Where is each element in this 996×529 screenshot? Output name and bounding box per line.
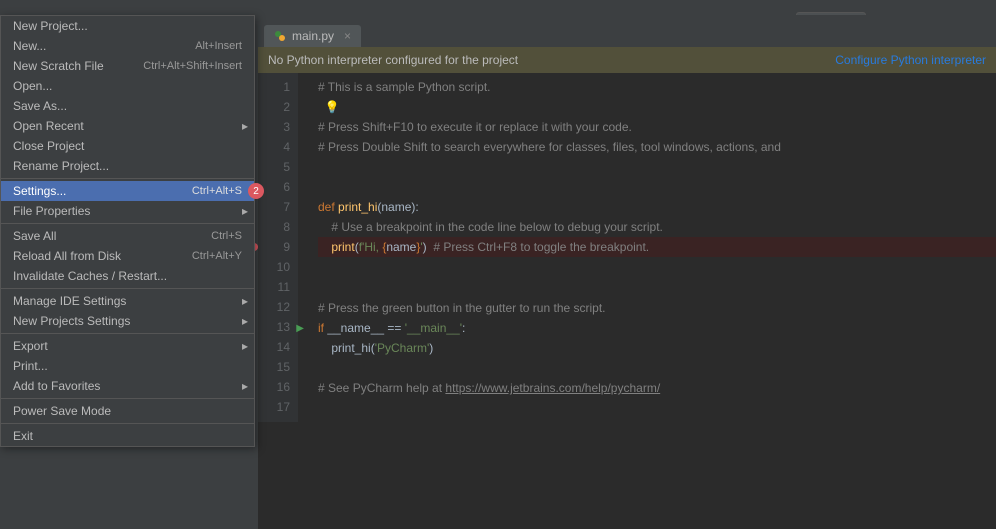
menu-item-label: New Project... <box>13 19 88 33</box>
line-number[interactable]: 7 <box>258 197 290 217</box>
menu-item-label: Add to Favorites <box>13 379 100 393</box>
menu-item-label: Invalidate Caches / Restart... <box>13 269 167 283</box>
menu-item-label: Save All <box>13 229 56 243</box>
menu-separator <box>1 333 254 334</box>
warning-text: No Python interpreter configured for the… <box>268 53 518 67</box>
line-number[interactable]: 9 <box>258 237 290 257</box>
line-number[interactable]: 12 <box>258 297 290 317</box>
menu-item-settings[interactable]: Settings... Ctrl+Alt+S <box>1 181 254 201</box>
menu-item-open-recent[interactable]: Open Recent <box>1 116 254 136</box>
menu-shortcut: Ctrl+Alt+Shift+Insert <box>143 60 242 72</box>
code-line[interactable] <box>318 258 996 278</box>
menu-shortcut: Alt+Insert <box>195 40 242 52</box>
editor-tab-main[interactable]: main.py × <box>264 25 361 47</box>
code-line[interactable] <box>318 278 996 298</box>
code-line[interactable]: def print_hi(name): <box>318 197 996 217</box>
code-line[interactable]: # Press the green button in the gutter t… <box>318 298 996 318</box>
tab-filename: main.py <box>292 29 334 43</box>
line-number[interactable]: 2 <box>258 97 290 117</box>
code-line[interactable]: print_hi('PyCharm') <box>318 338 996 358</box>
menu-shortcut: Ctrl+Alt+Y <box>192 250 242 262</box>
menu-item-label: Exit <box>13 429 33 443</box>
code-line[interactable]: # This is a sample Python script. <box>318 77 996 97</box>
code-line[interactable] <box>318 398 996 418</box>
menu-item-open[interactable]: Open... <box>1 76 254 96</box>
line-number[interactable]: 16 <box>258 377 290 397</box>
menu-item-reload-all-from-disk[interactable]: Reload All from Disk Ctrl+Alt+Y <box>1 246 254 266</box>
editor-area: main.py × No Python interpreter configur… <box>258 15 996 529</box>
code-line[interactable]: # Press Double Shift to search everywher… <box>318 137 996 157</box>
gutter[interactable]: 1234567891011121314151617 <box>258 73 298 422</box>
menu-item-label: Close Project <box>13 139 84 153</box>
code-line[interactable]: # See PyCharm help at https://www.jetbra… <box>318 378 996 398</box>
code-line[interactable] <box>318 157 996 177</box>
line-number[interactable]: 4 <box>258 137 290 157</box>
menu-separator <box>1 423 254 424</box>
line-number[interactable]: 5 <box>258 157 290 177</box>
code-line[interactable] <box>318 177 996 197</box>
menu-item-invalidate-caches-restart[interactable]: Invalidate Caches / Restart... <box>1 266 254 286</box>
menu-item-label: New Projects Settings <box>13 314 130 328</box>
menu-item-label: Open... <box>13 79 52 93</box>
menu-item-new-scratch-file[interactable]: New Scratch File Ctrl+Alt+Shift+Insert <box>1 56 254 76</box>
menu-item-new[interactable]: New... Alt+Insert <box>1 36 254 56</box>
menu-item-label: Print... <box>13 359 48 373</box>
code-editor[interactable]: 1234567891011121314151617 # This is a sa… <box>258 73 996 422</box>
menu-item-rename-project[interactable]: Rename Project... <box>1 156 254 176</box>
menu-separator <box>1 288 254 289</box>
menu-item-label: Open Recent <box>13 119 84 133</box>
menu-shortcut: Ctrl+Alt+S <box>192 185 242 197</box>
editor-tabs: main.py × <box>258 15 996 47</box>
menu-item-label: Rename Project... <box>13 159 109 173</box>
line-number[interactable]: 3 <box>258 117 290 137</box>
line-number[interactable]: 13 <box>258 317 290 337</box>
menu-separator <box>1 398 254 399</box>
line-number[interactable]: 1 <box>258 77 290 97</box>
menu-item-exit[interactable]: Exit <box>1 426 254 446</box>
line-number[interactable]: 10 <box>258 257 290 277</box>
menu-item-label: Save As... <box>13 99 67 113</box>
code-line[interactable]: # Use a breakpoint in the code line belo… <box>318 217 996 237</box>
menu-item-add-to-favorites[interactable]: Add to Favorites <box>1 376 254 396</box>
line-number[interactable]: 15 <box>258 357 290 377</box>
menu-item-new-projects-settings[interactable]: New Projects Settings <box>1 311 254 331</box>
menu-item-close-project[interactable]: Close Project <box>1 136 254 156</box>
line-number[interactable]: 8 <box>258 217 290 237</box>
menu-item-save-as[interactable]: Save As... <box>1 96 254 116</box>
menu-separator <box>1 178 254 179</box>
menu-shortcut: Ctrl+S <box>211 230 242 242</box>
line-number[interactable]: 11 <box>258 277 290 297</box>
menu-item-manage-ide-settings[interactable]: Manage IDE Settings <box>1 291 254 311</box>
menu-item-label: Power Save Mode <box>13 404 111 418</box>
python-file-icon <box>274 30 286 42</box>
line-number[interactable]: 17 <box>258 397 290 417</box>
interpreter-warning-bar: No Python interpreter configured for the… <box>258 47 996 73</box>
menu-item-file-properties[interactable]: File Properties <box>1 201 254 221</box>
file-menu: New Project... New... Alt+Insert New Scratc… <box>0 15 255 447</box>
menu-item-label: New Scratch File <box>13 59 104 73</box>
code-line[interactable] <box>318 358 996 378</box>
line-number[interactable]: 14 <box>258 337 290 357</box>
code-line[interactable]: # Press Shift+F10 to execute it or repla… <box>318 117 996 137</box>
menu-item-label: Export <box>13 339 48 353</box>
menu-item-export[interactable]: Export <box>1 336 254 356</box>
menu-item-print[interactable]: Print... <box>1 356 254 376</box>
menu-separator <box>1 223 254 224</box>
code-line[interactable]: print(f'Hi, {name}') # Press Ctrl+F8 to … <box>318 237 996 257</box>
menu-item-label: Manage IDE Settings <box>13 294 126 308</box>
menu-item-label: Settings... <box>13 184 66 198</box>
code-line[interactable]: 💡 <box>318 97 996 117</box>
code-content[interactable]: # This is a sample Python script. 💡# Pre… <box>298 73 996 422</box>
configure-interpreter-link[interactable]: Configure Python interpreter <box>835 53 986 67</box>
close-tab-icon[interactable]: × <box>344 29 351 43</box>
menu-item-label: New... <box>13 39 46 53</box>
menu-item-label: File Properties <box>13 204 90 218</box>
menu-item-label: Reload All from Disk <box>13 249 121 263</box>
menu-item-save-all[interactable]: Save All Ctrl+S <box>1 226 254 246</box>
menu-item-new-project[interactable]: New Project... <box>1 16 254 36</box>
menu-item-power-save-mode[interactable]: Power Save Mode <box>1 401 254 421</box>
code-line[interactable]: if __name__ == '__main__': <box>318 318 996 338</box>
